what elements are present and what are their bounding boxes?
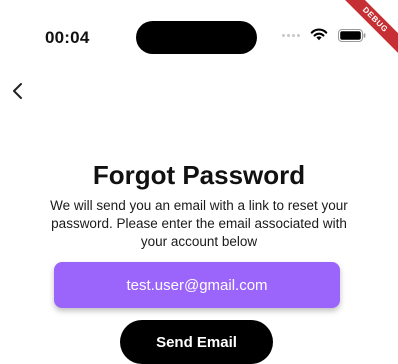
email-field[interactable] (54, 262, 340, 308)
back-button[interactable] (6, 79, 30, 103)
cellular-signal-icon (282, 34, 300, 37)
chevron-left-icon (13, 83, 22, 99)
send-email-button[interactable]: Send Email (120, 320, 273, 364)
dynamic-island (136, 21, 257, 54)
wifi-icon (310, 28, 328, 41)
status-time: 00:04 (45, 28, 90, 47)
email-input[interactable] (54, 275, 340, 295)
debug-banner: DEBUG (338, 0, 398, 60)
page-description: We will send you an email with a link to… (50, 198, 348, 249)
debug-banner-label: DEBUG (338, 0, 398, 59)
page-title: Forgot Password (92, 160, 306, 190)
